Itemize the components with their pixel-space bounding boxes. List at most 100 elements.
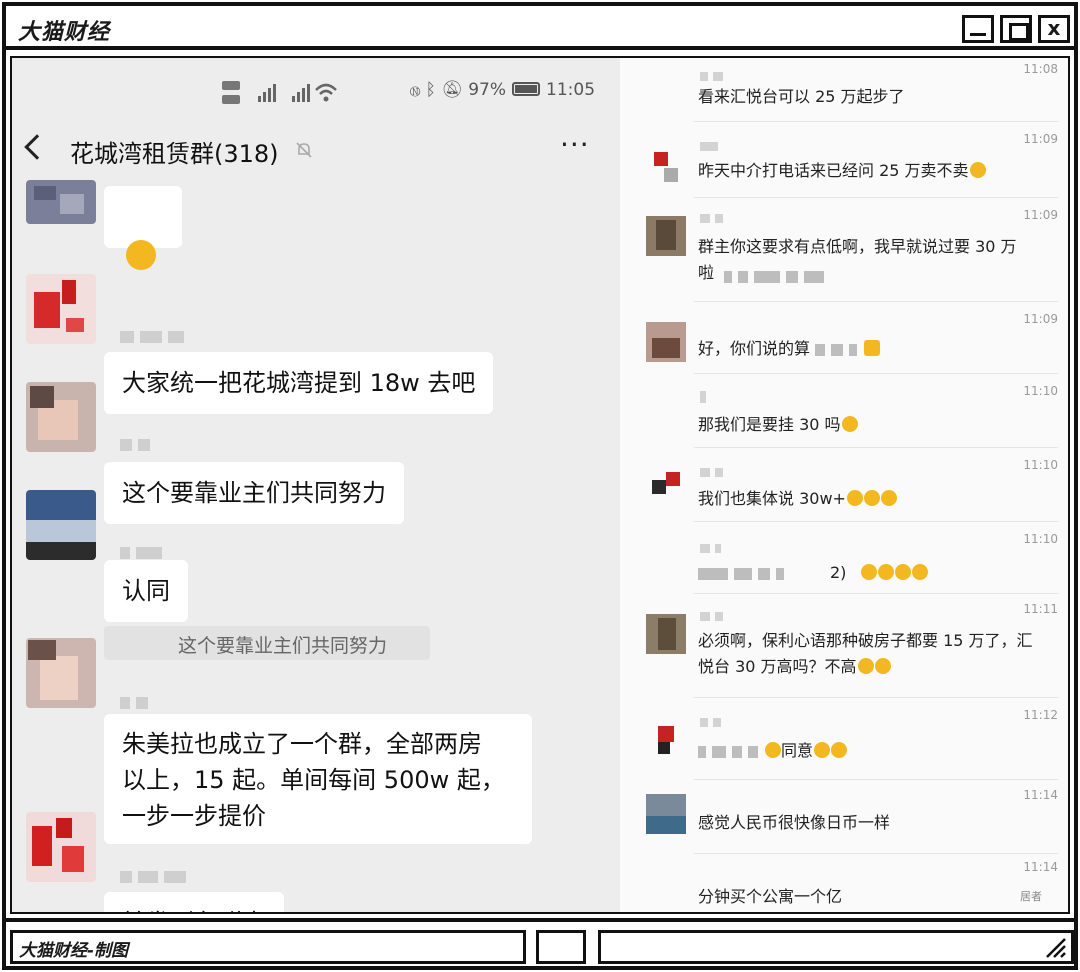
- chat-header: 花城湾租赁群(318) ···: [12, 126, 620, 174]
- avatar: [26, 382, 96, 452]
- thumbs-up-emoji-icon: [895, 564, 912, 580]
- clock: 11:05: [546, 80, 596, 100]
- chat-message[interactable]: 11:14 感觉人民币很快像日币一样: [620, 780, 1068, 854]
- sender-nickname: [120, 694, 154, 712]
- sender-nickname: [700, 606, 728, 625]
- chat-message[interactable]: 11:09 群主你这要求有点低啊，我早就说过要 30 万 啦: [620, 198, 1068, 302]
- message-time: 11:09: [1023, 132, 1058, 146]
- sender-nickname: [120, 328, 190, 346]
- avatar: [26, 490, 96, 560]
- message-text: 分钟买个公寓一个亿: [698, 887, 843, 906]
- message-bubble[interactable]: 朱美拉也成立了一个群，全部两房 以上，15 起。单间每间 500w 起， 一步一…: [104, 714, 532, 844]
- message-text: 感觉人民币很快像日币一样: [698, 813, 891, 832]
- message-bubble[interactable]: 认同: [104, 560, 188, 622]
- close-icon: x: [1047, 16, 1061, 40]
- smirk-emoji-icon: [874, 658, 891, 674]
- sender-nickname: [700, 136, 723, 155]
- chat-message[interactable]: 11:12 同意: [620, 698, 1068, 780]
- avatar: [646, 794, 686, 834]
- sender-nickname: [120, 868, 192, 886]
- smirk-emoji-icon: [863, 490, 880, 506]
- smirk-emoji-icon: [846, 490, 863, 506]
- maximize-button[interactable]: [1000, 15, 1032, 43]
- watermark: 居者: [1020, 890, 1042, 903]
- avatar: [646, 720, 686, 760]
- message-time: 11:11: [1023, 602, 1058, 616]
- footer-panel: [598, 930, 1074, 964]
- message-time: 11:09: [1023, 312, 1058, 326]
- more-options-button[interactable]: ···: [560, 128, 590, 161]
- chat-message[interactable]: 11:10 2): [620, 522, 1068, 594]
- chat-message[interactable]: 11:10 我们也集体说 30w+: [620, 448, 1068, 522]
- laughing-emoji-icon: [841, 416, 858, 432]
- blurred-text: [724, 266, 830, 285]
- muted-bell-icon: [296, 142, 312, 158]
- grin-emoji-icon: [861, 564, 878, 580]
- message-time: 11:12: [1023, 708, 1058, 722]
- battery-icon: [512, 82, 541, 96]
- chat-message[interactable]: 11:14 分钟买个公寓一个亿: [620, 854, 1068, 912]
- message-text: 我们也集体说 30w+: [698, 486, 1068, 512]
- sender-nickname: [700, 388, 711, 407]
- avatar: [26, 812, 96, 882]
- chat-message[interactable]: 11:08 看来汇悦台可以 25 万起步了: [620, 58, 1068, 122]
- thumbs-down-emoji-icon: [864, 340, 881, 356]
- signal-icon: [222, 81, 337, 104]
- thumbs-up-emoji-icon: [912, 564, 929, 580]
- avatar: [646, 614, 686, 654]
- message-time: 11:10: [1023, 384, 1058, 398]
- close-button[interactable]: x: [1038, 15, 1070, 43]
- thumbs-up-emoji-icon: [878, 564, 895, 580]
- grin-emoji-icon: [765, 742, 781, 758]
- sender-nickname: [700, 66, 728, 85]
- message-time: 11:14: [1023, 860, 1058, 874]
- message-text: 看来汇悦台可以 25 万起步了: [698, 87, 905, 106]
- message-bubble[interactable]: 大家统一把花城湾提到 18w 去吧: [104, 352, 494, 414]
- message-time: 11:08: [1023, 62, 1058, 76]
- content-area: Ⓝ ᛒ 🔕︎ 97% 11:05 花城湾租赁群(318) ··· 大家统一把花城…: [10, 56, 1070, 914]
- message-text: 同意: [698, 738, 1068, 764]
- message-text: 必须啊，保利心语那种破房子都要 15 万了，汇 悦台 30 万高吗？不高: [698, 631, 1033, 676]
- resize-grip-icon[interactable]: [1043, 935, 1067, 959]
- message-time: 11:10: [1023, 532, 1058, 546]
- chat-message[interactable]: 11:09 好，你们说的算: [620, 302, 1068, 374]
- message-bubble[interactable]: 这个要靠业主们共同努力: [104, 462, 404, 524]
- minimize-button[interactable]: [962, 15, 994, 43]
- message-text: 好，你们说的算: [698, 336, 1068, 362]
- group-chat-list: 11:08 看来汇悦台可以 25 万起步了 11:09 昨天中介打电话来已经问 …: [620, 58, 1068, 912]
- smirk-emoji-icon: [880, 490, 897, 506]
- message-time: 11:10: [1023, 458, 1058, 472]
- sender-nickname: [120, 436, 156, 454]
- window-title: 大猫财经: [18, 20, 111, 45]
- message-time: 11:09: [1023, 208, 1058, 222]
- chat-message[interactable]: 11:09 昨天中介打电话来已经问 25 万卖不卖: [620, 122, 1068, 198]
- message-text: 昨天中介打电话来已经问 25 万卖不卖: [698, 158, 1068, 184]
- message-bubble[interactable]: [104, 186, 182, 270]
- phone-screenshot: Ⓝ ᛒ 🔕︎ 97% 11:05 花城湾租赁群(318) ··· 大家统一把花城…: [12, 58, 620, 912]
- chat-title: 花城湾租赁群(318): [70, 140, 279, 168]
- victory-emoji-icon: [831, 742, 848, 758]
- message-text: 那我们是要挂 30 吗: [698, 412, 1068, 438]
- chat-message[interactable]: 11:11 必须啊，保利心语那种破房子都要 15 万了，汇 悦台 30 万高吗？…: [620, 594, 1068, 698]
- avatar: [26, 180, 96, 224]
- message-bubble[interactable]: 转发到各群去: [104, 892, 284, 912]
- title-bar: 大猫财经 x: [6, 6, 1074, 50]
- sender-nickname: [700, 712, 726, 731]
- battery-percent: 97%: [468, 80, 507, 100]
- footer-button[interactable]: [536, 930, 586, 964]
- avatar: [646, 322, 686, 362]
- grin-emoji-icon: [969, 162, 986, 178]
- smirk-emoji-icon: [857, 658, 874, 674]
- chat-message[interactable]: 11:10 那我们是要挂 30 吗: [620, 374, 1068, 448]
- avatar: [646, 146, 686, 186]
- status-right: Ⓝ ᛒ 🔕︎ 97% 11:05: [410, 80, 595, 100]
- avatar: [646, 468, 686, 508]
- caption-label: 大猫财经-制图: [19, 941, 129, 961]
- back-arrow-icon[interactable]: [24, 134, 50, 160]
- avatar: [26, 274, 96, 344]
- caption-box: 大猫财经-制图: [10, 930, 526, 964]
- quoted-message[interactable]: 这个要靠业主们共同努力: [104, 626, 430, 660]
- window-frame: 大猫财经 x Ⓝ ᛒ 🔕︎ 97% 11:05 花城湾租赁群(318) ··· …: [2, 2, 1078, 970]
- sender-nickname: [700, 208, 728, 227]
- heart-eyes-emoji-icon: [126, 240, 156, 270]
